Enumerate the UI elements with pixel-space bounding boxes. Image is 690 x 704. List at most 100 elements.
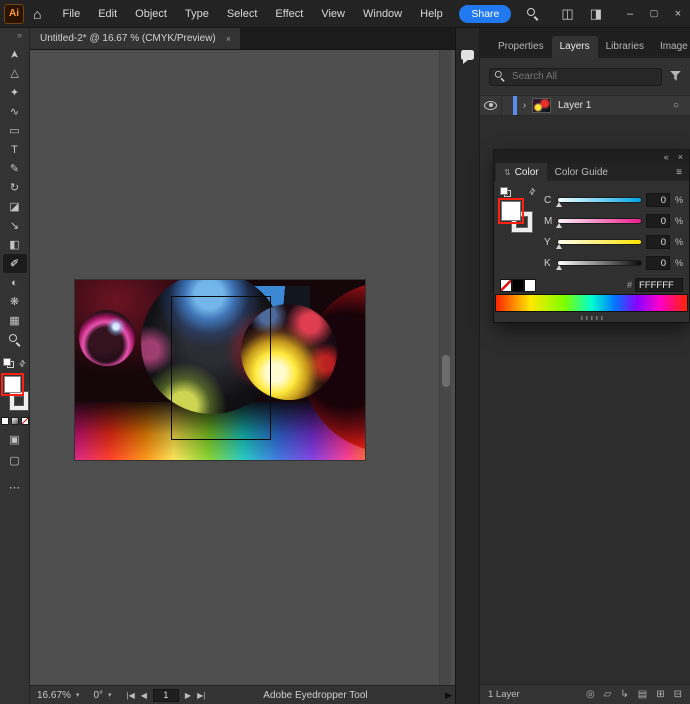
menu-select[interactable]: Select	[218, 0, 267, 28]
tab-properties[interactable]: Properties	[490, 36, 552, 58]
artwork-image[interactable]	[75, 280, 365, 460]
layers-search-input[interactable]	[489, 68, 662, 86]
last-artboard-button[interactable]: ▶|	[197, 691, 205, 700]
share-button[interactable]: Share	[459, 5, 511, 23]
previous-artboard-button[interactable]: ◀	[141, 691, 147, 700]
artboard-number-input[interactable]	[153, 689, 179, 702]
type-tool[interactable]: T	[3, 140, 27, 159]
menu-help[interactable]: Help	[411, 0, 452, 28]
layer-row[interactable]: › Layer 1 ○	[480, 95, 690, 116]
direct-selection-tool[interactable]: ▷	[3, 64, 27, 83]
delete-layer-icon[interactable]: ⊟	[674, 689, 682, 700]
rectangle-tool[interactable]: ▭	[3, 121, 27, 140]
black-slider[interactable]	[558, 261, 641, 265]
first-artboard-button[interactable]: |◀	[127, 691, 135, 700]
blend-tool[interactable]: ◐	[3, 273, 27, 292]
zoom-dropdown[interactable]: 16.67% ▾	[30, 690, 86, 701]
yellow-slider[interactable]	[558, 240, 641, 244]
layer-options-icon[interactable]: ▤	[638, 689, 647, 700]
app-logo-icon[interactable]: Ai	[4, 4, 24, 24]
magenta-slider[interactable]	[558, 219, 641, 223]
search-icon[interactable]	[527, 8, 539, 20]
none-swatch[interactable]	[500, 279, 512, 292]
black-slider-thumb[interactable]	[556, 265, 562, 270]
filter-funnel-icon[interactable]	[670, 71, 681, 81]
close-panel-icon[interactable]: ×	[678, 152, 683, 162]
selection-tool[interactable]: ➤	[3, 45, 27, 64]
symbol-sprayer-tool[interactable]: ❋	[3, 292, 27, 311]
black-value[interactable]: 0	[646, 256, 670, 270]
cyan-value[interactable]: 0	[646, 193, 670, 207]
zoom-tool[interactable]	[3, 330, 27, 349]
arrange-documents-icon[interactable]: ◫	[561, 6, 573, 22]
magenta-value[interactable]: 0	[646, 214, 670, 228]
document-tab-close-icon[interactable]: ×	[226, 34, 231, 44]
layer-expand-chevron[interactable]: ›	[517, 100, 532, 111]
scale-tool[interactable]: ↘	[3, 216, 27, 235]
home-icon[interactable]: ⌂	[33, 6, 41, 22]
color-spectrum-bar[interactable]	[496, 295, 687, 311]
none-button[interactable]	[21, 417, 29, 425]
layer-target-icon[interactable]: ○	[665, 100, 687, 111]
tab-layers[interactable]: Layers	[552, 36, 598, 58]
gradient-button[interactable]	[11, 417, 19, 425]
rotate-tool[interactable]: ↻	[3, 178, 27, 197]
graph-tool[interactable]: ▦	[3, 311, 27, 330]
paintbrush-tool[interactable]: ✎	[3, 159, 27, 178]
eyedropper-tool[interactable]: ✐	[3, 254, 27, 273]
menu-edit[interactable]: Edit	[89, 0, 126, 28]
menu-object[interactable]: Object	[126, 0, 176, 28]
maximize-button[interactable]: ▢	[642, 8, 666, 19]
vertical-scrollbar[interactable]	[439, 50, 451, 685]
status-overflow-arrow-icon[interactable]: ▶	[445, 690, 452, 701]
tab-color[interactable]: ⇅ Color	[496, 163, 547, 181]
minimize-button[interactable]: –	[618, 8, 642, 20]
cyan-slider-thumb[interactable]	[556, 202, 562, 207]
white-swatch[interactable]	[524, 279, 536, 292]
eraser-tool[interactable]: ◪	[3, 197, 27, 216]
current-tool-display[interactable]: Adobe Eyedropper Tool	[263, 690, 367, 701]
lock-cell[interactable]	[502, 96, 513, 115]
black-swatch[interactable]	[512, 279, 524, 292]
swap-fill-stroke-icon[interactable]: ⇄	[17, 357, 28, 368]
layer-name[interactable]: Layer 1	[558, 100, 665, 111]
create-sublayer-icon[interactable]: ↳	[620, 689, 628, 700]
layer-thumbnail[interactable]	[532, 98, 551, 113]
gradient-tool[interactable]: ◧	[3, 235, 27, 254]
yellow-value[interactable]: 0	[646, 235, 670, 249]
visibility-cell[interactable]	[480, 96, 502, 115]
default-fill-stroke-icon[interactable]	[500, 187, 511, 197]
tab-color-guide[interactable]: Color Guide	[547, 163, 616, 181]
close-button[interactable]: ×	[666, 8, 690, 20]
workspace-switcher-icon[interactable]: ◨	[590, 6, 602, 22]
vertical-scrollbar-thumb[interactable]	[442, 355, 450, 387]
hex-value-input[interactable]	[635, 278, 683, 292]
draw-mode-button[interactable]: ▣	[9, 433, 19, 446]
magenta-slider-thumb[interactable]	[556, 223, 562, 228]
magic-wand-tool[interactable]: ✦	[3, 83, 27, 102]
tab-image-trace[interactable]: Image Tra	[652, 36, 690, 58]
edit-toolbar-icon[interactable]: ⋯	[9, 481, 20, 494]
rotation-dropdown[interactable]: 0° ▾	[86, 690, 118, 701]
menu-file[interactable]: File	[53, 0, 89, 28]
tab-libraries[interactable]: Libraries	[598, 36, 652, 58]
color-button[interactable]	[1, 417, 9, 425]
new-layer-icon[interactable]: ⊞	[656, 689, 664, 700]
toolbar-expand-chevron[interactable]: »	[17, 28, 29, 40]
menu-view[interactable]: View	[312, 0, 354, 28]
menu-effect[interactable]: Effect	[266, 0, 312, 28]
yellow-slider-thumb[interactable]	[556, 244, 562, 249]
document-tab[interactable]: Untitled-2* @ 16.67 % (CMYK/Preview) ×	[30, 28, 240, 49]
default-fill-stroke-icon[interactable]	[3, 358, 14, 368]
lasso-tool[interactable]: ∿	[3, 102, 27, 121]
screen-mode-button[interactable]: ▢	[9, 454, 19, 467]
menu-window[interactable]: Window	[354, 0, 411, 28]
swap-fill-stroke-icon[interactable]: ⇄	[527, 186, 538, 197]
menu-type[interactable]: Type	[176, 0, 218, 28]
canvas[interactable]	[30, 50, 455, 685]
panel-resize-grip[interactable]	[494, 313, 689, 322]
collapse-panel-icon[interactable]: «	[664, 152, 669, 162]
next-artboard-button[interactable]: ▶	[185, 691, 191, 700]
comments-icon[interactable]	[461, 50, 474, 60]
make-clipping-mask-icon[interactable]: ▱	[604, 689, 612, 700]
